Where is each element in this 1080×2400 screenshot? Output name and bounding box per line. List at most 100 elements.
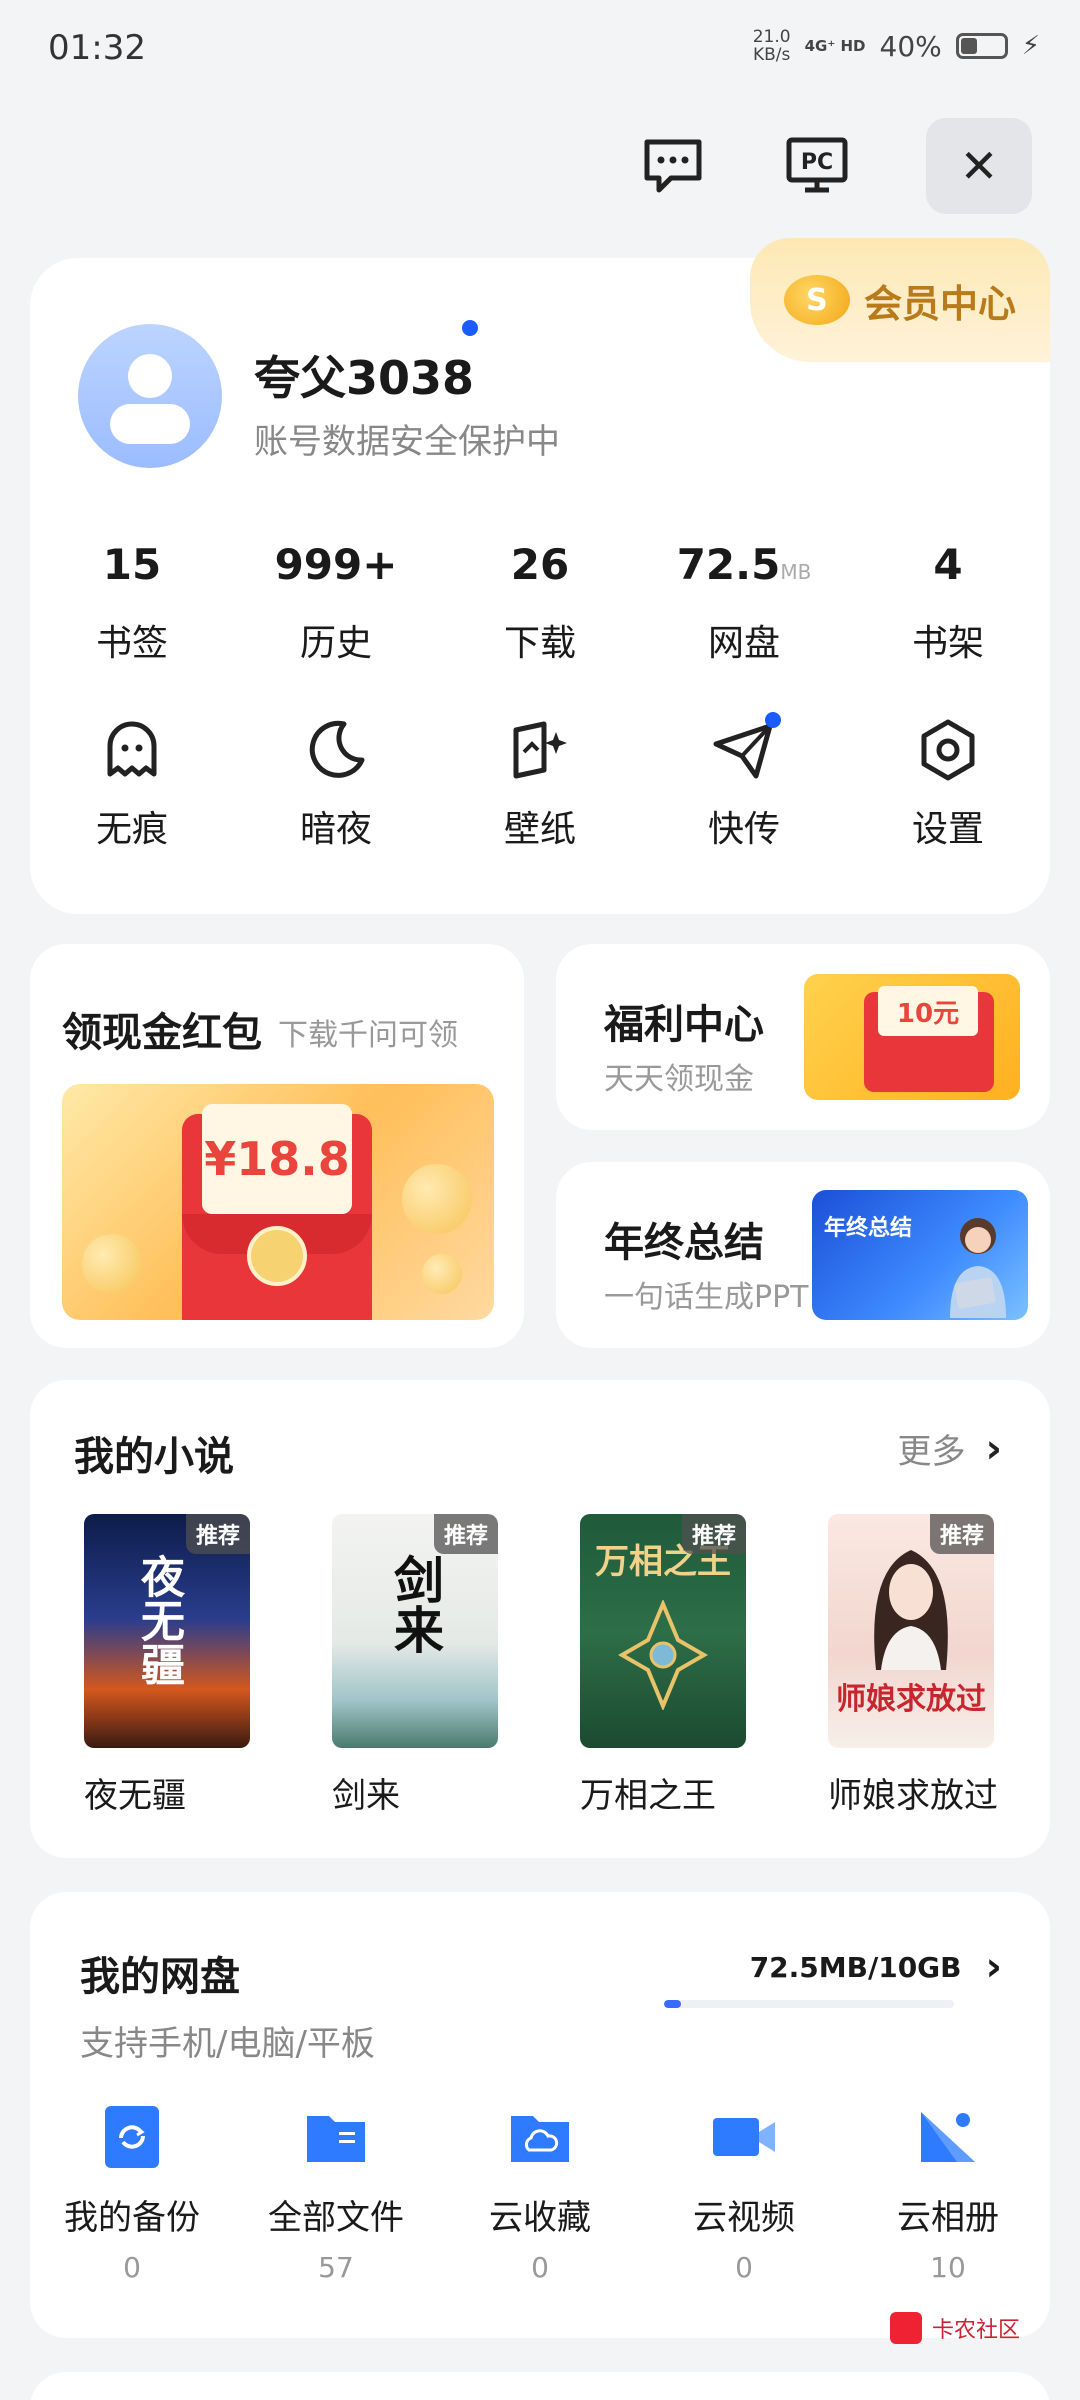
welfare-title: 福利中心 xyxy=(604,1002,764,1048)
book-cover: 万相之王 推荐 xyxy=(580,1514,746,1748)
red-packet-amount: ¥18.8 xyxy=(202,1104,352,1214)
next-card-edge xyxy=(30,2372,1050,2400)
netdisk-usage: 72.5MB/10GB xyxy=(749,1950,962,1984)
book-item[interactable]: 剑来 推荐 剑来 xyxy=(332,1514,498,1817)
folder-icon xyxy=(307,2116,365,2162)
stat-value: 72.5 xyxy=(676,540,781,589)
stat-value: 4 xyxy=(933,540,963,589)
pc-label: PC xyxy=(801,150,833,175)
novels-more-link[interactable]: 更多 › xyxy=(898,1424,1002,1473)
stat-value: 15 xyxy=(102,540,162,589)
welfare-center-card[interactable]: 福利中心 天天领现金 10元 xyxy=(556,944,1050,1130)
watermark-logo-icon xyxy=(889,2312,922,2344)
welfare-amount: 10元 xyxy=(878,986,978,1036)
stat-value: 999+ xyxy=(274,540,398,589)
stat-bookmarks[interactable]: 15 书签 xyxy=(30,540,234,666)
welfare-image: 10元 xyxy=(804,974,1020,1100)
book-name: 夜无疆 xyxy=(84,1776,186,1816)
chevron-right-icon: › xyxy=(985,1425,1002,1472)
disk-backup[interactable]: 我的备份 0 xyxy=(30,2102,234,2284)
disk-item-count: 0 xyxy=(123,2251,141,2284)
cover-text: 师娘求放过 xyxy=(836,1682,986,1717)
battery-percent: 40% xyxy=(879,29,942,63)
network-speed: 21.0 KB/s xyxy=(753,28,791,64)
stat-unit: MB xyxy=(780,560,812,584)
book-item[interactable]: 夜无疆 推荐 夜无疆 xyxy=(84,1514,250,1817)
net-speed-unit: KB/s xyxy=(752,45,791,65)
tool-label: 壁纸 xyxy=(503,809,576,850)
stat-label: 历史 xyxy=(299,623,372,664)
disk-item-label: 云收藏 xyxy=(489,2198,591,2238)
stat-label: 书签 xyxy=(95,623,168,664)
year-summary-card[interactable]: 年终总结 一句话生成PPT 年终总结 xyxy=(556,1162,1050,1348)
disk-cloud-favorites[interactable]: 云收藏 0 xyxy=(438,2102,642,2284)
stat-netdisk[interactable]: 72.5MB 网盘 xyxy=(642,540,846,666)
disk-all-files[interactable]: 全部文件 57 xyxy=(234,2102,438,2284)
tool-night-mode[interactable]: 暗夜 xyxy=(234,718,438,852)
tool-quick-transfer[interactable]: 快传 xyxy=(642,712,846,852)
stat-downloads[interactable]: 26 下载 xyxy=(438,540,642,666)
tool-settings[interactable]: 设置 xyxy=(846,718,1050,852)
disk-cloud-album[interactable]: 云相册 10 xyxy=(846,2102,1050,2284)
book-cover: 师娘求放过 推荐 xyxy=(828,1514,994,1748)
disk-item-count: 57 xyxy=(318,2251,354,2284)
pc-button[interactable]: PC xyxy=(764,118,870,214)
stat-history[interactable]: 999+ 历史 xyxy=(234,540,438,666)
pc-monitor-icon: PC xyxy=(786,137,848,193)
red-envelope-icon: ¥18.8 xyxy=(182,1104,372,1320)
tool-label: 无痕 xyxy=(95,809,168,850)
paper-plane-icon xyxy=(713,723,773,779)
moon-icon xyxy=(309,720,365,778)
message-button[interactable] xyxy=(620,118,726,214)
tool-incognito[interactable]: 无痕 xyxy=(30,718,234,852)
status-time: 01:32 xyxy=(48,28,146,68)
my-novels-card: 我的小说 更多 › 夜无疆 推荐 夜无疆 剑来 推荐 剑来 万相之王 推荐 万相… xyxy=(30,1380,1050,1858)
netdisk-subtitle: 支持手机/电脑/平板 xyxy=(80,2024,375,2064)
netdisk-title: 我的网盘 xyxy=(80,1954,240,2000)
red-packet-card[interactable]: 领现金红包 下载千问可领 ¥18.8 xyxy=(30,944,524,1348)
emblem-icon xyxy=(618,1600,708,1710)
cover-text: 剑来 xyxy=(386,1554,445,1654)
backup-icon xyxy=(105,2106,159,2168)
close-icon: ✕ xyxy=(959,139,999,193)
book-item[interactable]: 师娘求放过 推荐 师娘求放过 xyxy=(828,1514,998,1817)
vip-coin-icon: S xyxy=(783,275,850,325)
vip-center-button[interactable]: S 会员中心 xyxy=(750,238,1050,362)
vip-center-label: 会员中心 xyxy=(863,281,1016,326)
disk-cloud-video[interactable]: 云视频 0 xyxy=(642,2102,846,2284)
recommend-badge: 推荐 xyxy=(681,1514,746,1554)
year-summary-image: 年终总结 xyxy=(812,1190,1028,1320)
book-cover: 剑来 推荐 xyxy=(332,1514,498,1748)
cloud-folder-icon xyxy=(511,2116,569,2162)
stat-value: 26 xyxy=(510,540,570,589)
year-summary-title: 年终总结 xyxy=(604,1220,764,1266)
book-name: 师娘求放过 xyxy=(828,1776,998,1816)
storage-progress-bar xyxy=(664,2000,954,2008)
message-icon xyxy=(644,139,702,193)
tool-wallpaper[interactable]: 壁纸 xyxy=(438,718,642,852)
recommend-badge: 推荐 xyxy=(433,1514,498,1554)
book-name: 万相之王 xyxy=(580,1776,716,1816)
year-summary-subtitle: 一句话生成PPT xyxy=(604,1280,809,1315)
book-item[interactable]: 万相之王 推荐 万相之王 xyxy=(580,1514,746,1817)
stat-label: 网盘 xyxy=(707,623,780,664)
stats-row: 15 书签 999+ 历史 26 下载 72.5MB 网盘 4 书架 xyxy=(30,540,1050,666)
network-type: 4G⁺ HD xyxy=(804,37,866,55)
person-with-laptop-icon xyxy=(950,1218,1006,1318)
more-label: 更多 xyxy=(897,1432,966,1472)
watermark: 卡农社区 xyxy=(889,2312,1020,2344)
username[interactable]: 夸父3038 xyxy=(254,342,474,408)
close-button[interactable]: ✕ xyxy=(926,118,1032,214)
novels-title: 我的小说 xyxy=(74,1434,234,1480)
book-name: 剑来 xyxy=(332,1776,400,1816)
tool-label: 设置 xyxy=(911,809,984,850)
tools-row: 无痕 暗夜 壁纸 快传 设置 xyxy=(30,712,1050,852)
recommend-badge: 推荐 xyxy=(185,1514,250,1554)
avatar[interactable] xyxy=(78,324,222,468)
stat-bookshelf[interactable]: 4 书架 xyxy=(846,540,1050,666)
netdisk-usage-link[interactable]: 72.5MB/10GB › xyxy=(750,1944,1002,1990)
netdisk-card: 我的网盘 支持手机/电脑/平板 72.5MB/10GB › 我的备份 0 全部文… xyxy=(30,1892,1050,2338)
disk-item-label: 云相册 xyxy=(897,2198,999,2238)
cover-text: 夜无疆 xyxy=(133,1554,184,1686)
book-list: 夜无疆 推荐 夜无疆 剑来 推荐 剑来 万相之王 推荐 万相之王 师娘求放过 推… xyxy=(84,1514,998,1817)
